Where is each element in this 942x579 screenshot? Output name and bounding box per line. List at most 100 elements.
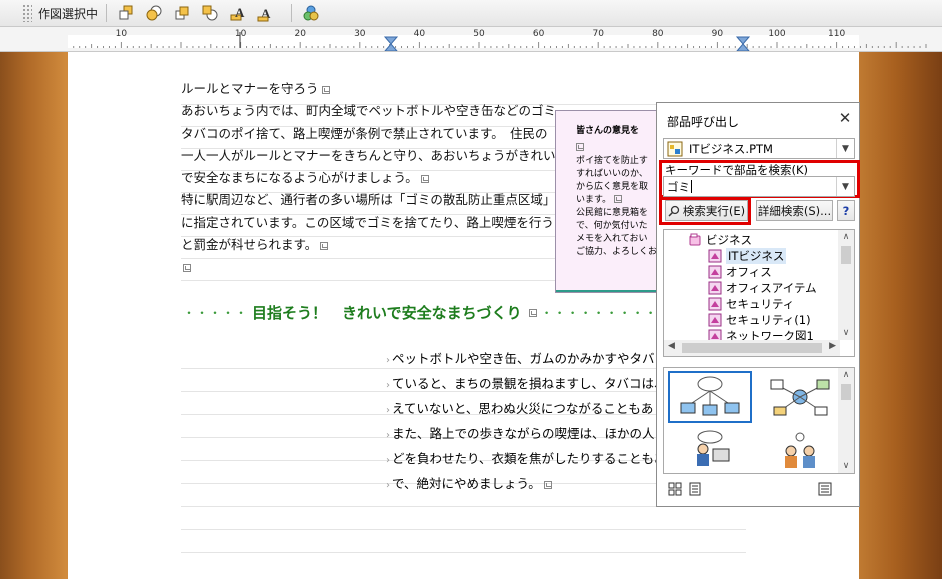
notice-title: 皆さんの意見を — [576, 126, 640, 136]
shape-back-one-button[interactable] — [199, 2, 221, 24]
tree-item-itbusiness[interactable]: ITビジネス — [708, 248, 787, 264]
text-line: ルールとマナーを守ろう — [181, 78, 569, 100]
text-front-icon: A — [230, 5, 245, 21]
text-line: › ペットボトルや空き缶、ガムのかみかすやタバコ — [386, 351, 668, 366]
scrollbar-thumb[interactable] — [841, 384, 851, 400]
shape-back-button[interactable] — [143, 2, 165, 24]
ruler-label: 70 — [592, 29, 604, 39]
text-line: › ていると、まちの景観を損ねますし、タバコは、 — [386, 376, 667, 391]
parts-call-button[interactable] — [300, 2, 322, 24]
text-back-icon: A — [257, 6, 271, 22]
ruler-label: 40 — [414, 29, 426, 39]
parts-category-icon — [708, 313, 722, 327]
cloud-network-clipart-icon — [680, 376, 740, 416]
text-line: と罰金が科せられます。 — [181, 234, 569, 256]
devices-network-clipart-icon — [770, 379, 830, 416]
grid-view-button[interactable] — [665, 479, 685, 499]
part-thumbnail[interactable] — [758, 371, 842, 423]
text-line: › で、絶対にやめましょう。 — [386, 472, 678, 497]
detail-search-button[interactable]: 詳細検索(S)... — [756, 200, 833, 221]
text-line: に指定されています。この区域でゴミを捨てたり、路上喫煙を行う — [181, 214, 554, 230]
search-icon — [668, 205, 680, 217]
list-view-button[interactable] — [685, 479, 705, 499]
scroll-left-icon[interactable]: ◀ — [668, 341, 675, 351]
paragraph-cleantown[interactable]: › ペットボトルや空き缶、ガムのかみかすやタバコ › ていると、まちの景観を損ねます… — [386, 347, 678, 497]
heading-text: 目指そう！ きれいで安全なまちづくり — [252, 304, 522, 322]
toolbar-grip[interactable] — [22, 4, 32, 22]
shape-back-icon — [146, 5, 162, 21]
text-line: 特に駅周辺など、通行者の多い場所は「ゴミの散乱防止重点区域」 — [181, 192, 556, 208]
chevron-down-icon[interactable]: ▼ — [836, 139, 854, 158]
text-front-button[interactable]: A — [227, 2, 249, 24]
text-line — [181, 256, 569, 278]
section-heading[interactable]: ・・・・・ 目指そう！ きれいで安全なまちづくり ・・・・・・・・・・・ — [183, 302, 684, 323]
parts-group-icon — [303, 5, 319, 21]
notice-line: ポイ捨てを防止す — [576, 156, 648, 166]
search-input[interactable]: ゴミ ▼ — [663, 176, 855, 197]
svg-text:A: A — [235, 5, 245, 20]
part-thumbnail[interactable] — [668, 371, 752, 423]
search-input-value: ゴミ — [667, 179, 690, 194]
detail-list-button[interactable] — [815, 479, 835, 499]
notice-line — [576, 142, 657, 155]
tree-item-security[interactable]: セキュリティ — [708, 296, 794, 312]
heading-dots-left: ・・・・・ — [183, 306, 249, 320]
toolbar: 作図選択中 A A — [0, 0, 942, 27]
parts-category-icon — [708, 281, 722, 295]
scroll-up-icon[interactable]: ∧ — [838, 368, 854, 382]
ruler-label: 50 — [473, 29, 485, 39]
part-thumbnail[interactable] — [668, 425, 752, 473]
people-idea-clipart-icon — [785, 432, 815, 468]
tree-item-office-items[interactable]: オフィスアイテム — [708, 280, 817, 296]
tree-item-security-1[interactable]: セキュリティ(1) — [708, 312, 811, 328]
ruled-line — [181, 552, 746, 553]
scroll-up-icon[interactable]: ∧ — [838, 230, 854, 244]
thumbnail-vertical-scrollbar[interactable]: ∧ ∨ — [838, 368, 854, 473]
search-button[interactable]: 検索実行(E) — [665, 200, 748, 221]
text-back-button[interactable]: A — [255, 2, 277, 24]
horizontal-ruler[interactable]: 10 20 30 40 50 60 70 80 90 100 110 10 — [0, 27, 942, 52]
close-icon[interactable]: ✕ — [837, 110, 853, 126]
notice-textbox[interactable]: 皆さんの意見を ポイ捨てを防止す すればいいのか、 から広く意見を取 います。 … — [555, 110, 658, 293]
shape-front-one-icon — [175, 6, 189, 20]
part-thumbnail[interactable] — [758, 425, 842, 473]
file-select-value: ITビジネス.PTM — [689, 141, 773, 156]
scrollbar-thumb[interactable] — [682, 343, 822, 353]
paragraph-mark-icon — [420, 175, 429, 184]
chevron-down-icon[interactable]: ▼ — [836, 177, 854, 196]
parts-file-icon — [667, 141, 683, 156]
ruler-label: 100 — [768, 29, 785, 39]
ruler-label: 60 — [533, 29, 545, 39]
toolbar-separator — [291, 4, 293, 22]
paragraph-mark-icon — [321, 86, 330, 94]
tree-item-office[interactable]: オフィス — [708, 264, 772, 280]
paragraph-mark-icon — [528, 308, 537, 317]
dialog-title: 部品呼び出し — [667, 115, 740, 129]
category-tree[interactable]: ビジネス ITビジネス オフィス オフィスアイテム セキュリティ セキュリティ(… — [663, 229, 855, 357]
ruler-scale: 10 20 30 40 50 60 70 80 90 100 110 10 — [68, 29, 927, 51]
scroll-down-icon[interactable]: ∨ — [838, 326, 854, 340]
scrollbar-thumb[interactable] — [841, 246, 851, 264]
ruler-label-left: 10 — [116, 29, 128, 39]
shape-front-button[interactable] — [115, 2, 137, 24]
paragraph-rules[interactable]: ルールとマナーを守ろう あおいちょう内では、町内全域でペットボトルや空き缶などの… — [181, 78, 569, 279]
notice-line: 公民館に意見箱を — [576, 208, 649, 218]
shape-front-one-button[interactable] — [171, 2, 193, 24]
toolbar-separator — [106, 4, 108, 22]
paragraph-mark-icon — [543, 481, 552, 489]
tree-horizontal-scrollbar[interactable]: ◀ ▶ — [664, 340, 840, 356]
help-button[interactable]: ? — [837, 200, 855, 221]
ruler-label: 80 — [652, 29, 664, 39]
tree-vertical-scrollbar[interactable]: ∧ ∨ — [838, 230, 854, 340]
tree-root[interactable]: ビジネス — [688, 232, 752, 248]
notice-line: から広く意見を取 — [576, 182, 649, 192]
scroll-right-icon[interactable]: ▶ — [829, 341, 836, 351]
file-select[interactable]: ITビジネス.PTM ▼ — [663, 138, 855, 159]
text-line: › また、路上での歩きながらの喫煙は、ほかの人に — [386, 426, 668, 441]
notice-line: ご協力、よろしくお — [576, 247, 658, 257]
paragraph-mark-icon — [576, 143, 584, 151]
scroll-down-icon[interactable]: ∨ — [838, 459, 854, 473]
ruled-line — [181, 529, 746, 530]
parts-thumbnail-list[interactable]: ∧ ∨ — [663, 367, 855, 474]
paragraph-mark-icon — [320, 242, 329, 251]
